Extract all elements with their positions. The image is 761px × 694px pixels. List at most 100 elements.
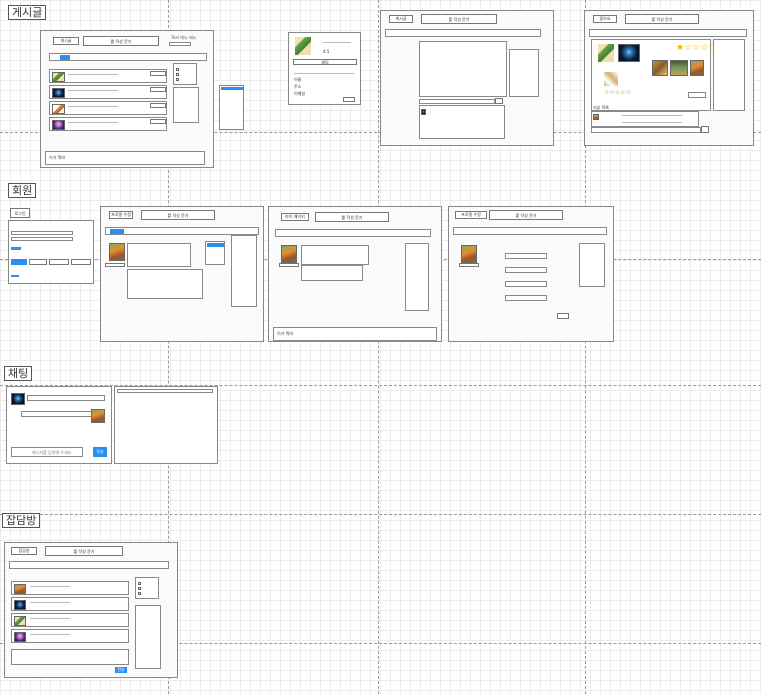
post-item[interactable] [49, 101, 167, 115]
comment-avatar [421, 109, 426, 115]
section-label-chat: 채팅 [4, 366, 33, 381]
review-stars: ☆☆☆☆☆ [604, 90, 631, 96]
brand-logo [604, 72, 618, 86]
mypage-button[interactable]: 마이 페이지 [281, 213, 309, 221]
info-field[interactable] [505, 267, 547, 273]
filter-checkbox[interactable] [138, 582, 141, 585]
search-bar[interactable]: 를 작성 문기 [83, 36, 159, 46]
product-card: 4.5 채팅 이름 주소 이메일 [288, 32, 361, 105]
social-login-button[interactable] [71, 259, 91, 265]
post-thumbnail [52, 88, 65, 98]
info-field[interactable] [505, 295, 547, 301]
nav-bar [105, 227, 259, 235]
post-thumbnail [52, 120, 65, 130]
id-input[interactable] [11, 231, 73, 235]
profile-avatar [109, 243, 125, 261]
chat-search[interactable] [117, 389, 213, 393]
post-item[interactable] [49, 85, 167, 99]
social-login-button[interactable] [49, 259, 69, 265]
bio-field[interactable] [301, 265, 363, 281]
login-field[interactable] [169, 42, 191, 46]
review-button[interactable] [688, 92, 706, 98]
write-button[interactable]: 게시글 [389, 15, 413, 23]
chat-action-button[interactable]: 채팅 [293, 59, 357, 65]
footer-bar: 이거 뭐야 [273, 327, 437, 341]
change-photo-button[interactable] [459, 263, 479, 267]
search-bar[interactable]: 를 작성 문기 [489, 210, 563, 220]
chat-message [11, 597, 129, 611]
message-avatar [14, 600, 26, 610]
like-button[interactable]: 좋아요 [593, 15, 617, 23]
login-submit[interactable] [11, 247, 21, 250]
side-panel [405, 243, 429, 311]
comment-submit[interactable] [495, 98, 503, 104]
nav-links[interactable]: Text 메뉴 메뉴 [171, 35, 196, 40]
side-menu-header [207, 243, 224, 247]
chatroom-button[interactable]: 잡담방 [11, 547, 37, 555]
nav-bar [589, 29, 747, 37]
password-input[interactable] [11, 237, 73, 241]
gallery-image [690, 60, 704, 76]
chatroom-input[interactable] [11, 649, 129, 665]
social-login-button[interactable] [11, 259, 27, 265]
filter-checkbox[interactable] [138, 592, 141, 595]
comment-input[interactable] [419, 99, 495, 104]
signup-link[interactable] [11, 275, 19, 277]
gallery-image [670, 60, 688, 76]
close-button[interactable] [343, 97, 355, 102]
footer-label: 이거 뭐야 [277, 331, 293, 336]
search-bar[interactable]: 를 작성 문기 [141, 210, 215, 220]
profile-avatar [461, 245, 477, 263]
review-input[interactable] [591, 127, 701, 133]
signup-screen: 프로필 수정 를 작성 문기 [100, 206, 264, 342]
profile-view-screen: 프로필 수정 를 작성 문기 [448, 206, 614, 342]
filter-checkbox[interactable] [176, 68, 179, 71]
filter-checkbox[interactable] [138, 587, 141, 590]
message-avatar [14, 616, 26, 626]
info-field[interactable] [505, 281, 547, 287]
filter-checkbox[interactable] [176, 78, 179, 81]
post-button[interactable] [150, 71, 166, 76]
send-button[interactable]: 전송 [93, 447, 107, 457]
chat-window: 메시지를 입력해 주세요 전송 [6, 386, 112, 464]
change-photo-button[interactable] [105, 263, 125, 267]
edit-button[interactable] [557, 313, 569, 319]
section-label-member: 회원 [8, 183, 37, 198]
tab-bar [49, 53, 207, 61]
send-button[interactable]: 전송 [115, 667, 127, 673]
search-bar[interactable]: 를 작성 문기 [45, 546, 123, 556]
login-tab[interactable]: 로그인 [10, 208, 30, 218]
filter-checkbox[interactable] [176, 73, 179, 76]
post-content [419, 41, 507, 97]
chat-input[interactable]: 메시지를 입력해 주세요 [11, 447, 83, 457]
board-list-screen: 게시글 를 작성 문기 Text 메뉴 메뉴 이거 뭐야 [40, 30, 214, 168]
profile-button[interactable]: 프로필 수정 [455, 211, 487, 219]
reviewer-avatar [593, 114, 599, 120]
search-bar[interactable]: 를 작성 문기 [625, 14, 699, 24]
search-bar[interactable]: 를 작성 문기 [421, 14, 497, 24]
write-button[interactable]: 게시글 [53, 37, 79, 45]
post-button[interactable] [150, 119, 166, 124]
change-photo-button[interactable] [279, 263, 299, 267]
bio-field[interactable] [127, 269, 203, 299]
review-submit[interactable] [701, 126, 709, 133]
profile-button[interactable]: 프로필 수정 [109, 211, 133, 219]
post-button[interactable] [150, 103, 166, 108]
info-field[interactable] [505, 253, 547, 259]
star-rating[interactable]: ★☆☆☆☆ [676, 44, 716, 53]
popup-header [221, 87, 243, 90]
tab-active[interactable] [110, 229, 124, 234]
chat-avatar [11, 393, 25, 405]
nav-bar [9, 561, 169, 569]
side-panel [173, 87, 199, 123]
search-bar[interactable]: 를 작성 문기 [315, 212, 389, 222]
tab-active[interactable] [60, 55, 70, 60]
popup-panel [219, 85, 244, 130]
filter-panel [579, 243, 605, 287]
post-item[interactable] [49, 69, 167, 83]
post-button[interactable] [150, 87, 166, 92]
review-screen: 좋아요 를 작성 문기 ★☆☆☆☆ ☆☆☆☆☆ 리뷰 목록 [584, 10, 754, 146]
post-item[interactable] [49, 117, 167, 131]
social-login-button[interactable] [29, 259, 47, 265]
chatroom-screen: 잡담방 를 작성 문기 전송 [4, 542, 178, 678]
